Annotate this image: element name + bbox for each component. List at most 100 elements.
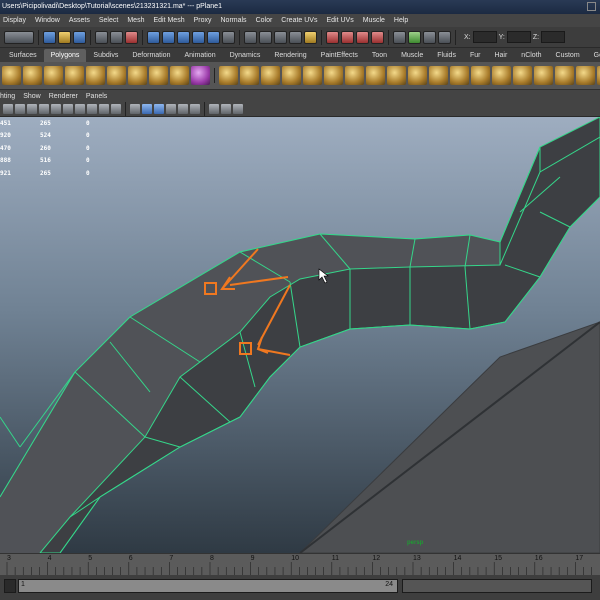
poly-prism-icon[interactable] [128, 66, 147, 85]
split-polygon-icon[interactable] [408, 66, 427, 85]
make-live-icon[interactable] [304, 30, 317, 44]
camera-attributes-icon[interactable] [15, 104, 25, 114]
menu-item-proxy[interactable]: Proxy [194, 17, 212, 24]
window-control-button[interactable] [587, 2, 596, 11]
poly-torus-icon[interactable] [107, 66, 126, 85]
boolean-difference-icon[interactable] [303, 66, 322, 85]
poly-plane-icon[interactable] [86, 66, 105, 85]
reduce-icon[interactable] [345, 66, 364, 85]
safe-action-icon[interactable] [111, 104, 121, 114]
shelf-tab-toon[interactable]: Toon [365, 49, 394, 62]
resolution-gate-icon[interactable] [75, 104, 85, 114]
smooth-icon[interactable] [324, 66, 343, 85]
start-time-field[interactable] [4, 579, 16, 593]
append-polygon-icon[interactable] [387, 66, 406, 85]
save-scene-icon[interactable] [73, 30, 86, 44]
shadows-icon[interactable] [190, 104, 200, 114]
shelf-tab-rendering[interactable]: Rendering [267, 49, 313, 62]
shelf-tab-deformation[interactable]: Deformation [125, 49, 177, 62]
select-component-icon[interactable] [125, 30, 138, 44]
panel-menu-item-panels[interactable]: Panels [86, 93, 107, 100]
select-hierarchy-icon[interactable] [95, 30, 108, 44]
smooth-shade-icon[interactable] [142, 104, 152, 114]
boolean-union-icon[interactable] [282, 66, 301, 85]
open-scene-icon[interactable] [58, 30, 71, 44]
offset-edge-loop-icon[interactable] [534, 66, 553, 85]
insert-edge-loop-icon[interactable] [513, 66, 532, 85]
construction-history-icon[interactable] [371, 30, 384, 44]
bevel-icon[interactable] [471, 66, 490, 85]
image-plane-icon[interactable] [39, 104, 49, 114]
mask-misc-icon[interactable] [207, 30, 220, 44]
menu-item-assets[interactable]: Assets [69, 17, 90, 24]
bookmark-icon[interactable] [27, 104, 37, 114]
mask-uv-icon[interactable] [192, 30, 205, 44]
new-scene-icon[interactable] [43, 30, 56, 44]
menu-item-mesh[interactable]: Mesh [127, 17, 144, 24]
isolate-select-icon[interactable] [209, 104, 219, 114]
extract-icon[interactable] [261, 66, 280, 85]
render-frame-icon[interactable] [393, 30, 406, 44]
film-gate-icon[interactable] [63, 104, 73, 114]
z-input[interactable] [541, 31, 566, 43]
shelf-tab-muscle[interactable]: Muscle [394, 49, 430, 62]
panel-menu-item-renderer[interactable]: Renderer [49, 93, 78, 100]
snap-curve-icon[interactable] [259, 30, 272, 44]
select-object-icon[interactable] [110, 30, 123, 44]
xray-joints-icon[interactable] [233, 104, 243, 114]
shelf-tab-animation[interactable]: Animation [177, 49, 222, 62]
mask-edge-icon[interactable] [162, 30, 175, 44]
render-settings-icon[interactable] [423, 30, 436, 44]
shelf-tab-painteffects[interactable]: PaintEffects [314, 49, 365, 62]
wireframe-on-shaded-icon[interactable] [154, 104, 164, 114]
menu-item-muscle[interactable]: Muscle [363, 17, 385, 24]
poly-cylinder-icon[interactable] [44, 66, 63, 85]
menu-set-dropdown[interactable] [4, 30, 34, 44]
menu-item-help[interactable]: Help [394, 17, 408, 24]
panel-menu-item-show[interactable]: Show [23, 93, 41, 100]
shelf-tab-ncloth[interactable]: nCloth [514, 49, 548, 62]
panel-menu-item-hting[interactable]: hting [0, 93, 15, 100]
time-slider[interactable]: 3 4 5 6 7 8 9 10 11 12 13 14 15 16 17 [0, 553, 600, 576]
mask-extra-icon[interactable] [222, 30, 235, 44]
shelf-tab-subdivs[interactable]: Subdivs [86, 49, 125, 62]
menu-item-edit-mesh[interactable]: Edit Mesh [153, 17, 184, 24]
extrude-icon[interactable] [429, 66, 448, 85]
range-slider[interactable]: 1 24 [18, 579, 398, 593]
poly-cube-icon[interactable] [23, 66, 42, 85]
wedge-icon[interactable] [555, 66, 574, 85]
snap-point-icon[interactable] [274, 30, 287, 44]
menu-item-window[interactable]: Window [35, 17, 60, 24]
menu-item-display[interactable]: Display [3, 17, 26, 24]
shelf-tab-custom[interactable]: Custom [549, 49, 587, 62]
x-input[interactable] [472, 31, 497, 43]
poly-pyramid-icon[interactable] [149, 66, 168, 85]
menu-item-normals[interactable]: Normals [221, 17, 247, 24]
shelf-tab-hair[interactable]: Hair [487, 49, 514, 62]
snap-grid-icon[interactable] [244, 30, 257, 44]
poke-icon[interactable] [576, 66, 595, 85]
menu-item-create-uvs[interactable]: Create UVs [281, 17, 317, 24]
poly-platonic-icon[interactable] [191, 66, 210, 85]
end-time-field[interactable] [402, 579, 592, 593]
viewport-scene[interactable] [0, 117, 600, 553]
select-camera-icon[interactable] [3, 104, 13, 114]
y-input[interactable] [506, 31, 531, 43]
poly-pipe-icon[interactable] [170, 66, 189, 85]
grid-icon[interactable] [51, 104, 61, 114]
menu-item-color[interactable]: Color [256, 17, 273, 24]
snap-plane-icon[interactable] [289, 30, 302, 44]
mask-face-icon[interactable] [177, 30, 190, 44]
field-chart-icon[interactable] [99, 104, 109, 114]
bridge-icon[interactable] [450, 66, 469, 85]
merge-icon[interactable] [492, 66, 511, 85]
output-ops-icon[interactable] [356, 30, 369, 44]
perspective-viewport[interactable]: 451 265 0 920 524 0 470 260 0 888 516 0 921 265 0 pers… [0, 117, 600, 553]
shelf-tab-surfaces[interactable]: Surfaces [2, 49, 44, 62]
shelf-tab-fluids[interactable]: Fluids [430, 49, 463, 62]
combine-icon[interactable] [219, 66, 238, 85]
mask-vertex-icon[interactable] [147, 30, 160, 44]
shelf-tab-polygons[interactable]: Polygons [43, 49, 87, 62]
separate-icon[interactable] [240, 66, 259, 85]
shelf-tab-dynamics[interactable]: Dynamics [223, 49, 268, 62]
